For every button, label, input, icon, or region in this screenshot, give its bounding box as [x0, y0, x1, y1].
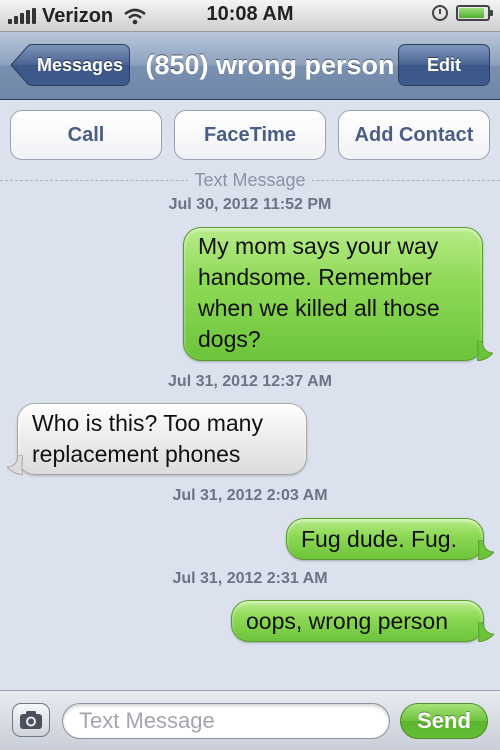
bubble-tail	[477, 341, 493, 361]
messages-back-button[interactable]: Messages	[10, 44, 130, 86]
message-bubble-incoming[interactable]: Who is this? Too many replacement phones	[7, 403, 307, 475]
message-bubble-outgoing[interactable]: Fug dude. Fug.	[286, 518, 494, 560]
back-button-label: Messages	[36, 54, 124, 75]
thread-header-label: Text Message	[188, 170, 312, 190]
message-line: handsome. Remember	[198, 264, 432, 290]
timestamp: Jul 30, 2012 11:52 PM	[168, 196, 332, 213]
status-bar: Verizon 10:08 AM	[0, 0, 500, 32]
call-button[interactable]: Call	[10, 110, 162, 160]
send-button[interactable]: Send	[400, 703, 488, 739]
add-contact-button[interactable]: Add Contact	[338, 110, 490, 160]
message-line: dogs?	[198, 326, 261, 352]
bubble-tail	[478, 540, 494, 560]
message-text: Fug dude. Fug.	[301, 519, 469, 559]
message-bubble-outgoing[interactable]: My mom says your way handsome. Remember …	[183, 227, 493, 361]
facetime-button[interactable]: FaceTime	[174, 110, 326, 160]
timestamp: Jul 31, 2012 2:03 AM	[172, 487, 328, 504]
edit-button[interactable]: Edit	[398, 44, 490, 86]
message-line: My mom says your way	[198, 233, 439, 259]
contact-actions: Call FaceTime Add Contact	[10, 110, 490, 162]
thread-header: Text Message	[0, 170, 500, 191]
clock-icon	[432, 5, 448, 21]
message-text: My mom says your way handsome. Remember …	[198, 231, 468, 355]
message-line: Who is this? Too many	[32, 410, 263, 436]
message-line: oops, wrong person	[246, 607, 449, 634]
message-text: Who is this? Too many replacement phones	[32, 408, 292, 470]
message-line: replacement phones	[32, 441, 241, 467]
timestamp: Jul 31, 2012 2:31 AM	[172, 570, 328, 587]
bubble-tail	[478, 622, 494, 642]
status-right	[432, 5, 493, 21]
conversation-title: (850) wrong person	[145, 49, 395, 80]
navigation-bar: Messages (850) wrong person Edit	[0, 32, 500, 100]
camera-icon	[20, 711, 42, 729]
timestamp: Jul 31, 2012 12:37 AM	[168, 373, 332, 390]
bubble-tail	[7, 455, 23, 475]
battery-icon	[456, 5, 493, 21]
camera-button[interactable]	[12, 703, 50, 737]
message-bubble-outgoing[interactable]: oops, wrong person	[231, 600, 494, 642]
status-time: 10:08 AM	[206, 3, 294, 25]
message-input[interactable]	[62, 703, 390, 739]
message-line: Fug dude. Fug.	[301, 525, 457, 552]
message-text: oops, wrong person	[246, 601, 469, 641]
message-line: when we killed all those	[198, 295, 440, 321]
compose-bar: Send	[0, 690, 500, 750]
